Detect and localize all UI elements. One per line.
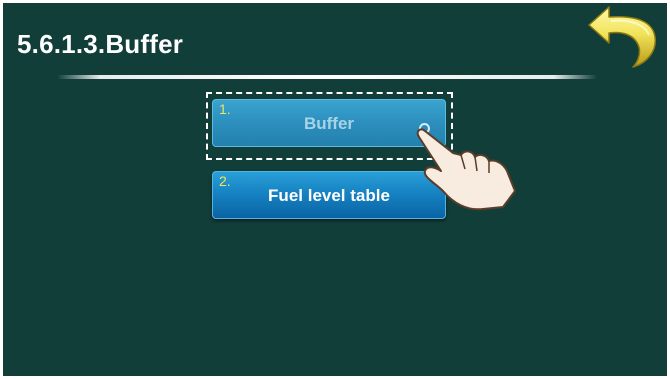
back-arrow-icon <box>588 6 656 68</box>
page-title: 5.6.1.3.Buffer <box>17 29 184 59</box>
title-divider <box>57 75 597 79</box>
hand-pointer-icon <box>407 121 519 217</box>
back-button[interactable] <box>587 3 663 73</box>
screen: 5.6.1.3.Buffer 1. Buffer 2. Fuel level t… <box>3 3 667 376</box>
